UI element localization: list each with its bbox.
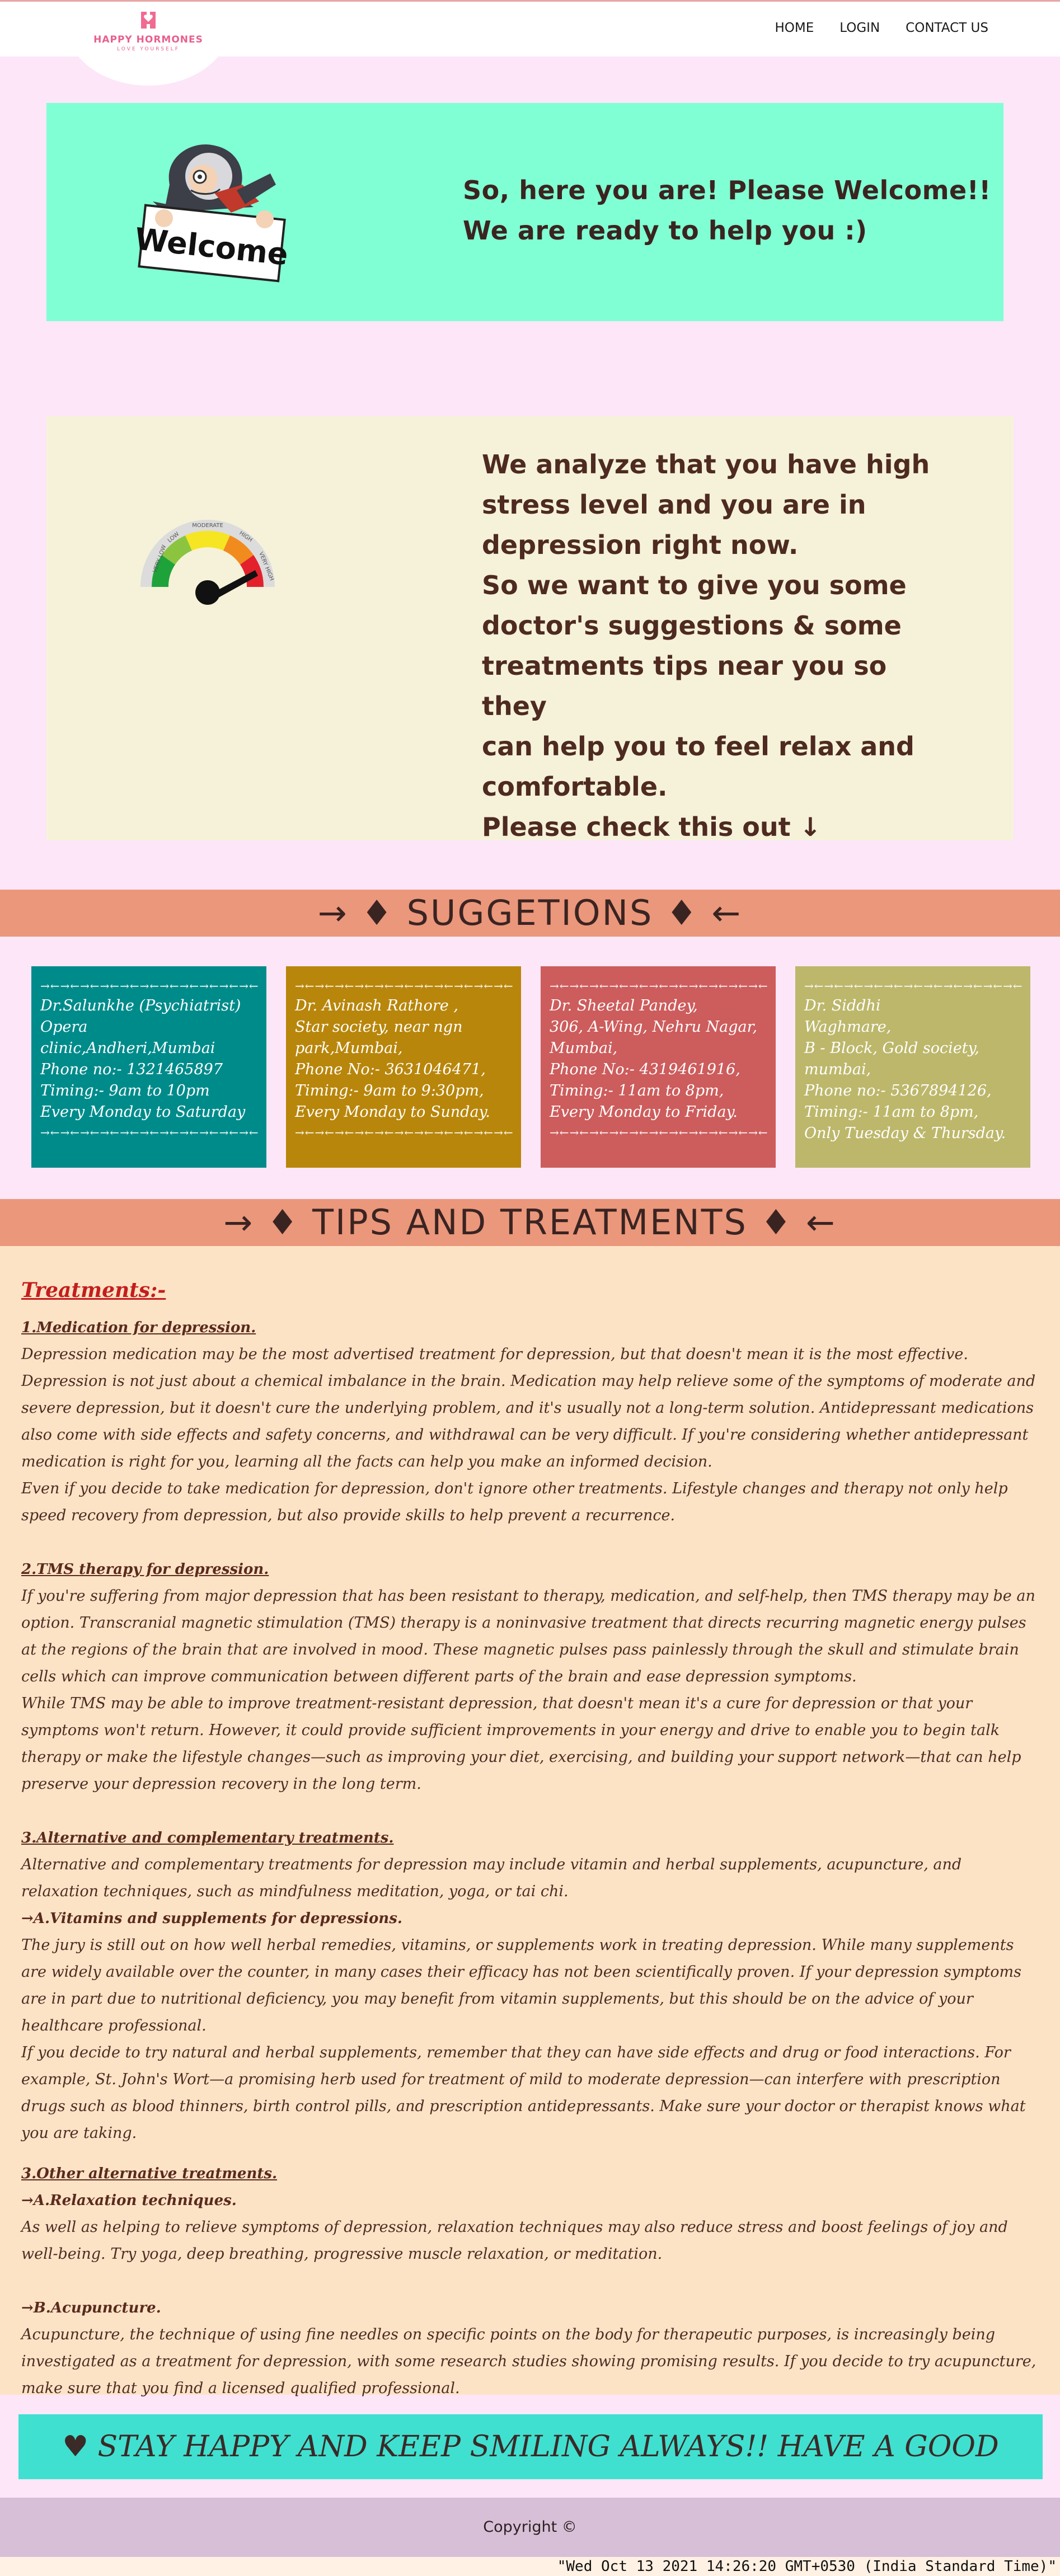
doctor-card: →←→←→←→←→←→←→←→←→←→←→← Dr. Siddhi Waghma… bbox=[795, 966, 1030, 1168]
stress-line: Please check this out ↓ bbox=[482, 812, 822, 842]
stress-line: comfortable. bbox=[482, 772, 668, 802]
stress-gauge-icon: VERY LOW LOW MODERATE HIGH VERY HIGH bbox=[140, 520, 275, 605]
section-heading: 3.Other alternative treatments. bbox=[21, 2165, 278, 2182]
stress-line: depression right now. bbox=[482, 530, 799, 560]
doctor-days: Only Tuesday & Thursday. bbox=[804, 1125, 1006, 1142]
section-heading: 1.Medication for depression. bbox=[21, 1319, 256, 1336]
paragraph: Alternative and complementary treatments… bbox=[21, 1856, 962, 1900]
doctor-timing: Timing:- 11am to 8pm, bbox=[804, 1103, 979, 1121]
nav-contact-link[interactable]: CONTACT US bbox=[906, 21, 988, 35]
welcome-illustration: Welcome bbox=[133, 144, 290, 283]
doctor-address: B - Block, Gold society, bbox=[804, 1040, 979, 1057]
card-arrows-bottom: →←→←→←→←→←→←→←→←→←→←→← bbox=[295, 1126, 514, 1139]
treatments-heading: Treatments:- bbox=[21, 1278, 166, 1302]
doctor-name: Dr. Avinash Rathore , bbox=[295, 997, 458, 1014]
card-arrows-bottom: →←→←→←→←→←→←→←→←→←→←→← bbox=[550, 1126, 768, 1139]
welcome-line-1: So, here you are! Please Welcome!! bbox=[463, 175, 991, 205]
doctor-address: Star society, near ngn bbox=[295, 1018, 463, 1036]
navbar: HAPPY HORMONES LOVE YOURSELF HOME LOGIN … bbox=[0, 2, 1060, 86]
paragraph: If you decide to try natural and herbal … bbox=[21, 2044, 1026, 2142]
doctor-address: Mumbai, bbox=[550, 1040, 618, 1057]
card-arrows-bottom: →←→←→←→←→←→←→←→←→←→←→← bbox=[40, 1126, 259, 1139]
doctor-address: 306, A-Wing, Nehru Nagar, bbox=[550, 1018, 758, 1036]
doctor-timing: Timing:- 9am to 10pm bbox=[40, 1082, 210, 1099]
stress-line: can help you to feel relax and bbox=[482, 731, 914, 761]
suggestions-title: → ♦ SUGGETIONS ♦ ← bbox=[317, 892, 743, 933]
tips-content: Treatments:- 1.Medication for depression… bbox=[21, 1278, 1040, 2402]
card-arrows-top: →←→←→←→←→←→←→←→←→←→←→← bbox=[40, 979, 259, 993]
paragraph: As well as helping to relieve symptoms o… bbox=[21, 2218, 1008, 2263]
stress-result-section: VERY LOW LOW MODERATE HIGH VERY HIGH We … bbox=[46, 416, 1014, 842]
doctor-timing: Timing:- 9am to 9:30pm, bbox=[295, 1082, 484, 1099]
section-heading: 2.TMS therapy for depression. bbox=[21, 1561, 269, 1578]
doctor-card: →←→←→←→←→←→←→←→←→←→←→← Dr. Sheetal Pande… bbox=[541, 966, 776, 1168]
stress-line: doctor's suggestions & some bbox=[482, 610, 902, 641]
sub-heading: →A.Vitamins and supplements for depressi… bbox=[21, 1910, 402, 1927]
doctor-address: mumbai, bbox=[804, 1061, 871, 1078]
stress-message: We analyze that you have high stress lev… bbox=[482, 444, 952, 847]
nav-links: HOME LOGIN CONTACT US bbox=[775, 21, 988, 35]
tips-banner: → ♦ TIPS AND TREATMENTS ♦ ← bbox=[0, 1199, 1060, 1246]
doctor-address: park,Mumbai, bbox=[295, 1040, 403, 1057]
paragraph: Depression medication may be the most ad… bbox=[21, 1346, 1036, 1470]
section-heading: 3.Alternative and complementary treatmen… bbox=[21, 1830, 394, 1846]
stress-line: stress level and you are in bbox=[482, 490, 866, 520]
doctor-phone: Phone No:- 4319461916, bbox=[550, 1061, 740, 1078]
logo[interactable]: HAPPY HORMONES LOVE YOURSELF bbox=[83, 8, 214, 52]
doctor-name: Dr. Sheetal Pandey, bbox=[550, 997, 698, 1014]
doctor-phone: Phone No:- 3631046471, bbox=[295, 1061, 486, 1078]
doctor-phone: Phone no:- 5367894126, bbox=[804, 1082, 992, 1099]
doctor-days: Every Monday to Sunday. bbox=[295, 1103, 490, 1121]
logo-icon bbox=[141, 12, 156, 29]
sub-heading: →A.Relaxation techniques. bbox=[21, 2192, 237, 2209]
welcome-message: So, here you are! Please Welcome!! We ar… bbox=[463, 170, 991, 251]
doctor-days: Every Monday to Saturday bbox=[40, 1103, 246, 1121]
nav-login-link[interactable]: LOGIN bbox=[839, 21, 880, 35]
suggestions-banner: → ♦ SUGGETIONS ♦ ← bbox=[0, 890, 1060, 937]
card-arrows-top: →←→←→←→←→←→←→←→←→←→←→← bbox=[804, 979, 1023, 993]
paragraph: The jury is still out on how well herbal… bbox=[21, 1936, 1021, 2034]
stress-line: So we want to give you some bbox=[482, 570, 907, 600]
doctor-name: Dr.Salunkhe (Psychiatrist) bbox=[40, 997, 241, 1014]
tips-title: → ♦ TIPS AND TREATMENTS ♦ ← bbox=[223, 1202, 837, 1243]
logo-title: HAPPY HORMONES bbox=[93, 34, 203, 45]
card-arrows-top: →←→←→←→←→←→←→←→←→←→←→← bbox=[550, 979, 768, 993]
tips-section: Treatments:- 1.Medication for depression… bbox=[0, 1246, 1060, 2397]
sub-heading: →B.Acupuncture. bbox=[21, 2300, 161, 2316]
doctor-name: Waghmare, bbox=[804, 1018, 892, 1036]
paragraph: If you're suffering from major depressio… bbox=[21, 1587, 1035, 1685]
doctor-card: →←→←→←→←→←→←→←→←→←→←→← Dr.Salunkhe (Psyc… bbox=[31, 966, 266, 1168]
stress-line: We analyze that you have high bbox=[482, 449, 930, 480]
card-arrows-top: →←→←→←→←→←→←→←→←→←→←→← bbox=[295, 979, 514, 993]
nav-home-link[interactable]: HOME bbox=[775, 21, 814, 35]
doctor-card: →←→←→←→←→←→←→←→←→←→←→← Dr. Avinash Ratho… bbox=[286, 966, 521, 1168]
paragraph: While TMS may be able to improve treatme… bbox=[21, 1695, 1021, 1793]
copyright-text: Copyright © bbox=[483, 2518, 577, 2536]
doctor-name: Dr. Siddhi bbox=[804, 997, 881, 1014]
welcome-line-2: We are ready to help you :) bbox=[463, 215, 867, 246]
doctor-phone: Phone no:- 1321465897 bbox=[40, 1061, 223, 1078]
paragraph: Acupuncture, the technique of using fine… bbox=[21, 2326, 1036, 2397]
footer: Copyright © bbox=[0, 2498, 1060, 2557]
gauge-label-moderate: MODERATE bbox=[192, 523, 223, 529]
doctor-days: Every Monday to Friday. bbox=[550, 1103, 738, 1121]
welcome-section: Welcome So, here you are! Please Welcome… bbox=[46, 103, 1003, 321]
doctor-address: Opera clinic,Andheri,Mumbai bbox=[40, 1018, 215, 1057]
motto-banner: ♥ STAY HAPPY AND KEEP SMILING ALWAYS!! H… bbox=[18, 2414, 1043, 2528]
datetime-text: "Wed Oct 13 2021 14:26:20 GMT+0530 (Indi… bbox=[0, 2557, 1060, 2576]
logo-subtitle: LOVE YOURSELF bbox=[117, 46, 180, 52]
doctor-timing: Timing:- 11am to 8pm, bbox=[550, 1082, 724, 1099]
stress-line: treatments tips near you so they bbox=[482, 651, 887, 721]
paragraph: Even if you decide to take medication fo… bbox=[21, 1480, 1008, 1524]
